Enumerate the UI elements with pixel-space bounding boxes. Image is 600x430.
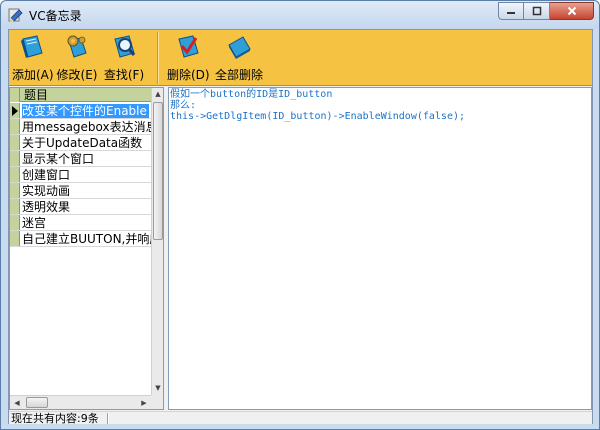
maximize-icon <box>532 6 541 16</box>
list-item[interactable]: 改变某个控件的Enable <box>10 103 151 119</box>
close-button[interactable] <box>550 2 594 20</box>
toolbar: 添加(A) 修改(E) 查找(F) 删除(D) 全部删除 <box>9 30 592 86</box>
title-bar[interactable]: VC备忘录 <box>1 1 599 29</box>
row-indicator <box>10 183 20 198</box>
scroll-left-icon[interactable]: ◀ <box>11 397 23 409</box>
status-separator <box>107 413 109 424</box>
row-indicator <box>10 135 20 150</box>
horizontal-scroll-thumb[interactable] <box>26 397 48 408</box>
row-indicator <box>10 119 20 134</box>
delete-label: 删除(D) <box>167 68 210 82</box>
list-item-label: 实现动画 <box>22 184 71 198</box>
list-horizontal-scrollbar[interactable]: ◀ ▶ <box>10 395 151 409</box>
window-title: VC备忘录 <box>29 9 82 23</box>
status-bar: 现在共有内容:9条 <box>9 411 592 425</box>
edit-gear-icon <box>67 35 87 58</box>
editor-line: 那么: <box>170 100 197 111</box>
editor-line: 假如一个button的ID是ID_button <box>170 89 333 100</box>
status-text: 现在共有内容:9条 <box>11 412 99 425</box>
toolbar-separator <box>157 32 159 84</box>
topic-list[interactable]: 题目 改变某个控件的Enable 用messagebox表达消息 关于UpdateD… <box>9 87 164 410</box>
row-indicator <box>10 231 20 246</box>
scroll-down-icon[interactable]: ▼ <box>153 382 163 394</box>
find-magnifier-icon <box>114 35 136 58</box>
app-window: VC备忘录 添加(A) 修改(E) 查找(F) 删除(D) 全部删除 题目 改变… <box>0 0 600 430</box>
app-icon <box>8 8 23 22</box>
list-header-title: 题目 <box>24 88 49 102</box>
list-item-label: 创建窗口 <box>22 168 71 182</box>
row-indicator <box>10 103 20 118</box>
list-item[interactable]: 透明效果 <box>10 199 151 215</box>
find-button[interactable]: 查找(F) <box>103 33 145 83</box>
list-item[interactable]: 迷宫 <box>10 215 151 231</box>
list-item-label: 显示某个窗口 <box>22 152 95 166</box>
list-item-label: 迷宫 <box>22 216 47 230</box>
list-item[interactable]: 关于UpdateData函数 <box>10 135 151 151</box>
delete-all-book-icon <box>228 36 251 59</box>
edit-button[interactable]: 修改(E) <box>56 33 98 83</box>
delete-all-label: 全部删除 <box>214 68 263 82</box>
delete-check-icon <box>178 35 199 58</box>
list-vertical-scrollbar[interactable]: ▲ ▼ <box>151 88 163 395</box>
client-area: 添加(A) 修改(E) 查找(F) 删除(D) 全部删除 题目 改变某个控件的E… <box>8 29 593 425</box>
editor-lines: 假如一个button的ID是ID_button 那么: this->GetDlgIt… <box>169 89 465 122</box>
editor-line: this->GetDlgItem(ID_button)->EnableWindo… <box>170 111 466 122</box>
scroll-right-icon[interactable]: ▶ <box>138 397 150 409</box>
list-rows: 改变某个控件的Enable 用messagebox表达消息 关于UpdateData… <box>10 103 151 247</box>
scroll-up-icon[interactable]: ▲ <box>153 88 163 100</box>
delete-all-button[interactable]: 全部删除 <box>214 33 264 83</box>
current-row-arrow-icon <box>12 106 18 116</box>
list-item[interactable]: 实现动画 <box>10 183 151 199</box>
list-item[interactable]: 自己建立BUUTON,并响应函 <box>10 231 151 247</box>
minimize-button[interactable] <box>498 2 524 20</box>
content-editor[interactable]: 假如一个button的ID是ID_button 那么: this->GetDlgIt… <box>168 87 592 410</box>
row-indicator <box>10 151 20 166</box>
caption-buttons <box>498 2 594 21</box>
list-item[interactable]: 创建窗口 <box>10 167 151 183</box>
delete-button[interactable]: 删除(D) <box>167 33 210 83</box>
list-item-label: 改变某个控件的Enable <box>22 104 149 118</box>
find-label: 查找(F) <box>103 68 145 82</box>
scroll-corner <box>151 395 163 409</box>
minimize-icon <box>507 12 515 14</box>
list-header-indicator <box>10 88 20 102</box>
row-indicator <box>10 199 20 214</box>
list-header: 题目 <box>10 88 151 102</box>
list-item-label: 自己建立BUUTON,并响应函 <box>22 232 151 246</box>
list-item-label: 关于UpdateData函数 <box>22 136 143 150</box>
row-indicator <box>10 215 20 230</box>
list-item[interactable]: 显示某个窗口 <box>10 151 151 167</box>
vertical-scroll-thumb[interactable] <box>153 102 163 240</box>
add-label: 添加(A) <box>12 68 54 82</box>
edit-label: 修改(E) <box>56 68 98 82</box>
add-button[interactable]: 添加(A) <box>12 33 54 83</box>
list-item[interactable]: 用messagebox表达消息 <box>10 119 151 135</box>
maximize-button[interactable] <box>524 2 550 20</box>
row-indicator <box>10 167 20 182</box>
list-item-label: 用messagebox表达消息 <box>22 120 151 134</box>
close-icon <box>567 6 576 16</box>
list-item-label: 透明效果 <box>22 200 71 214</box>
add-book-icon <box>21 35 43 58</box>
